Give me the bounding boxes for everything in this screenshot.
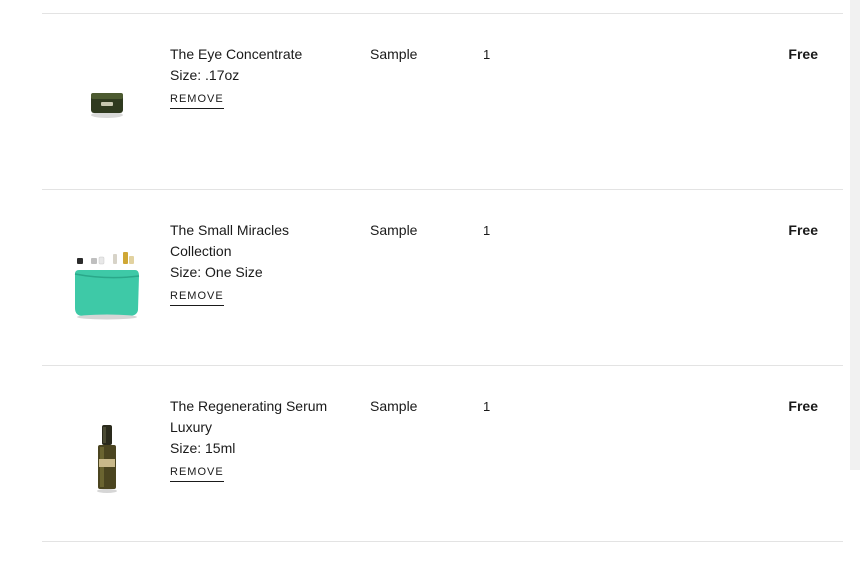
product-type: Sample xyxy=(370,222,418,238)
cart-items-list: The Eye Concentrate Size: .17oz REMOVE S… xyxy=(42,13,843,542)
product-name-line-2: Luxury xyxy=(170,419,213,435)
product-name-line-2: Collection xyxy=(170,243,232,259)
cart-item-row: The Small Miracles Collection Size: One … xyxy=(42,190,843,366)
cart-item-row: The Regenerating Serum Luxury Size: 15ml… xyxy=(42,366,843,542)
product-name-line-1: The Regenerating Serum xyxy=(170,398,328,414)
product-price: Free xyxy=(788,46,818,62)
serum-bottle-icon xyxy=(97,425,117,493)
remove-link[interactable]: REMOVE xyxy=(170,466,224,482)
product-quantity: 1 xyxy=(483,223,491,238)
page-scrollbar[interactable] xyxy=(850,0,860,470)
product-image-small-miracles[interactable] xyxy=(62,240,152,330)
collection-pouch-icon xyxy=(74,252,140,320)
product-size: Size: .17oz xyxy=(170,67,240,83)
product-size: Size: One Size xyxy=(170,264,263,280)
product-price: Free xyxy=(788,398,818,414)
product-image-regenerating-serum[interactable] xyxy=(62,414,152,504)
product-image-eye-concentrate[interactable] xyxy=(62,59,152,149)
remove-link[interactable]: REMOVE xyxy=(170,93,224,109)
product-price: Free xyxy=(788,222,818,238)
remove-link[interactable]: REMOVE xyxy=(170,290,224,306)
cart-item-row: The Eye Concentrate Size: .17oz REMOVE S… xyxy=(42,14,843,190)
product-quantity: 1 xyxy=(483,399,491,414)
product-name: The Eye Concentrate xyxy=(170,46,303,62)
product-quantity: 1 xyxy=(483,47,491,62)
product-type: Sample xyxy=(370,398,418,414)
eye-concentrate-jar-icon xyxy=(91,93,123,118)
product-type: Sample xyxy=(370,46,418,62)
product-size: Size: 15ml xyxy=(170,440,236,456)
product-name-line-1: The Small Miracles xyxy=(170,222,290,238)
